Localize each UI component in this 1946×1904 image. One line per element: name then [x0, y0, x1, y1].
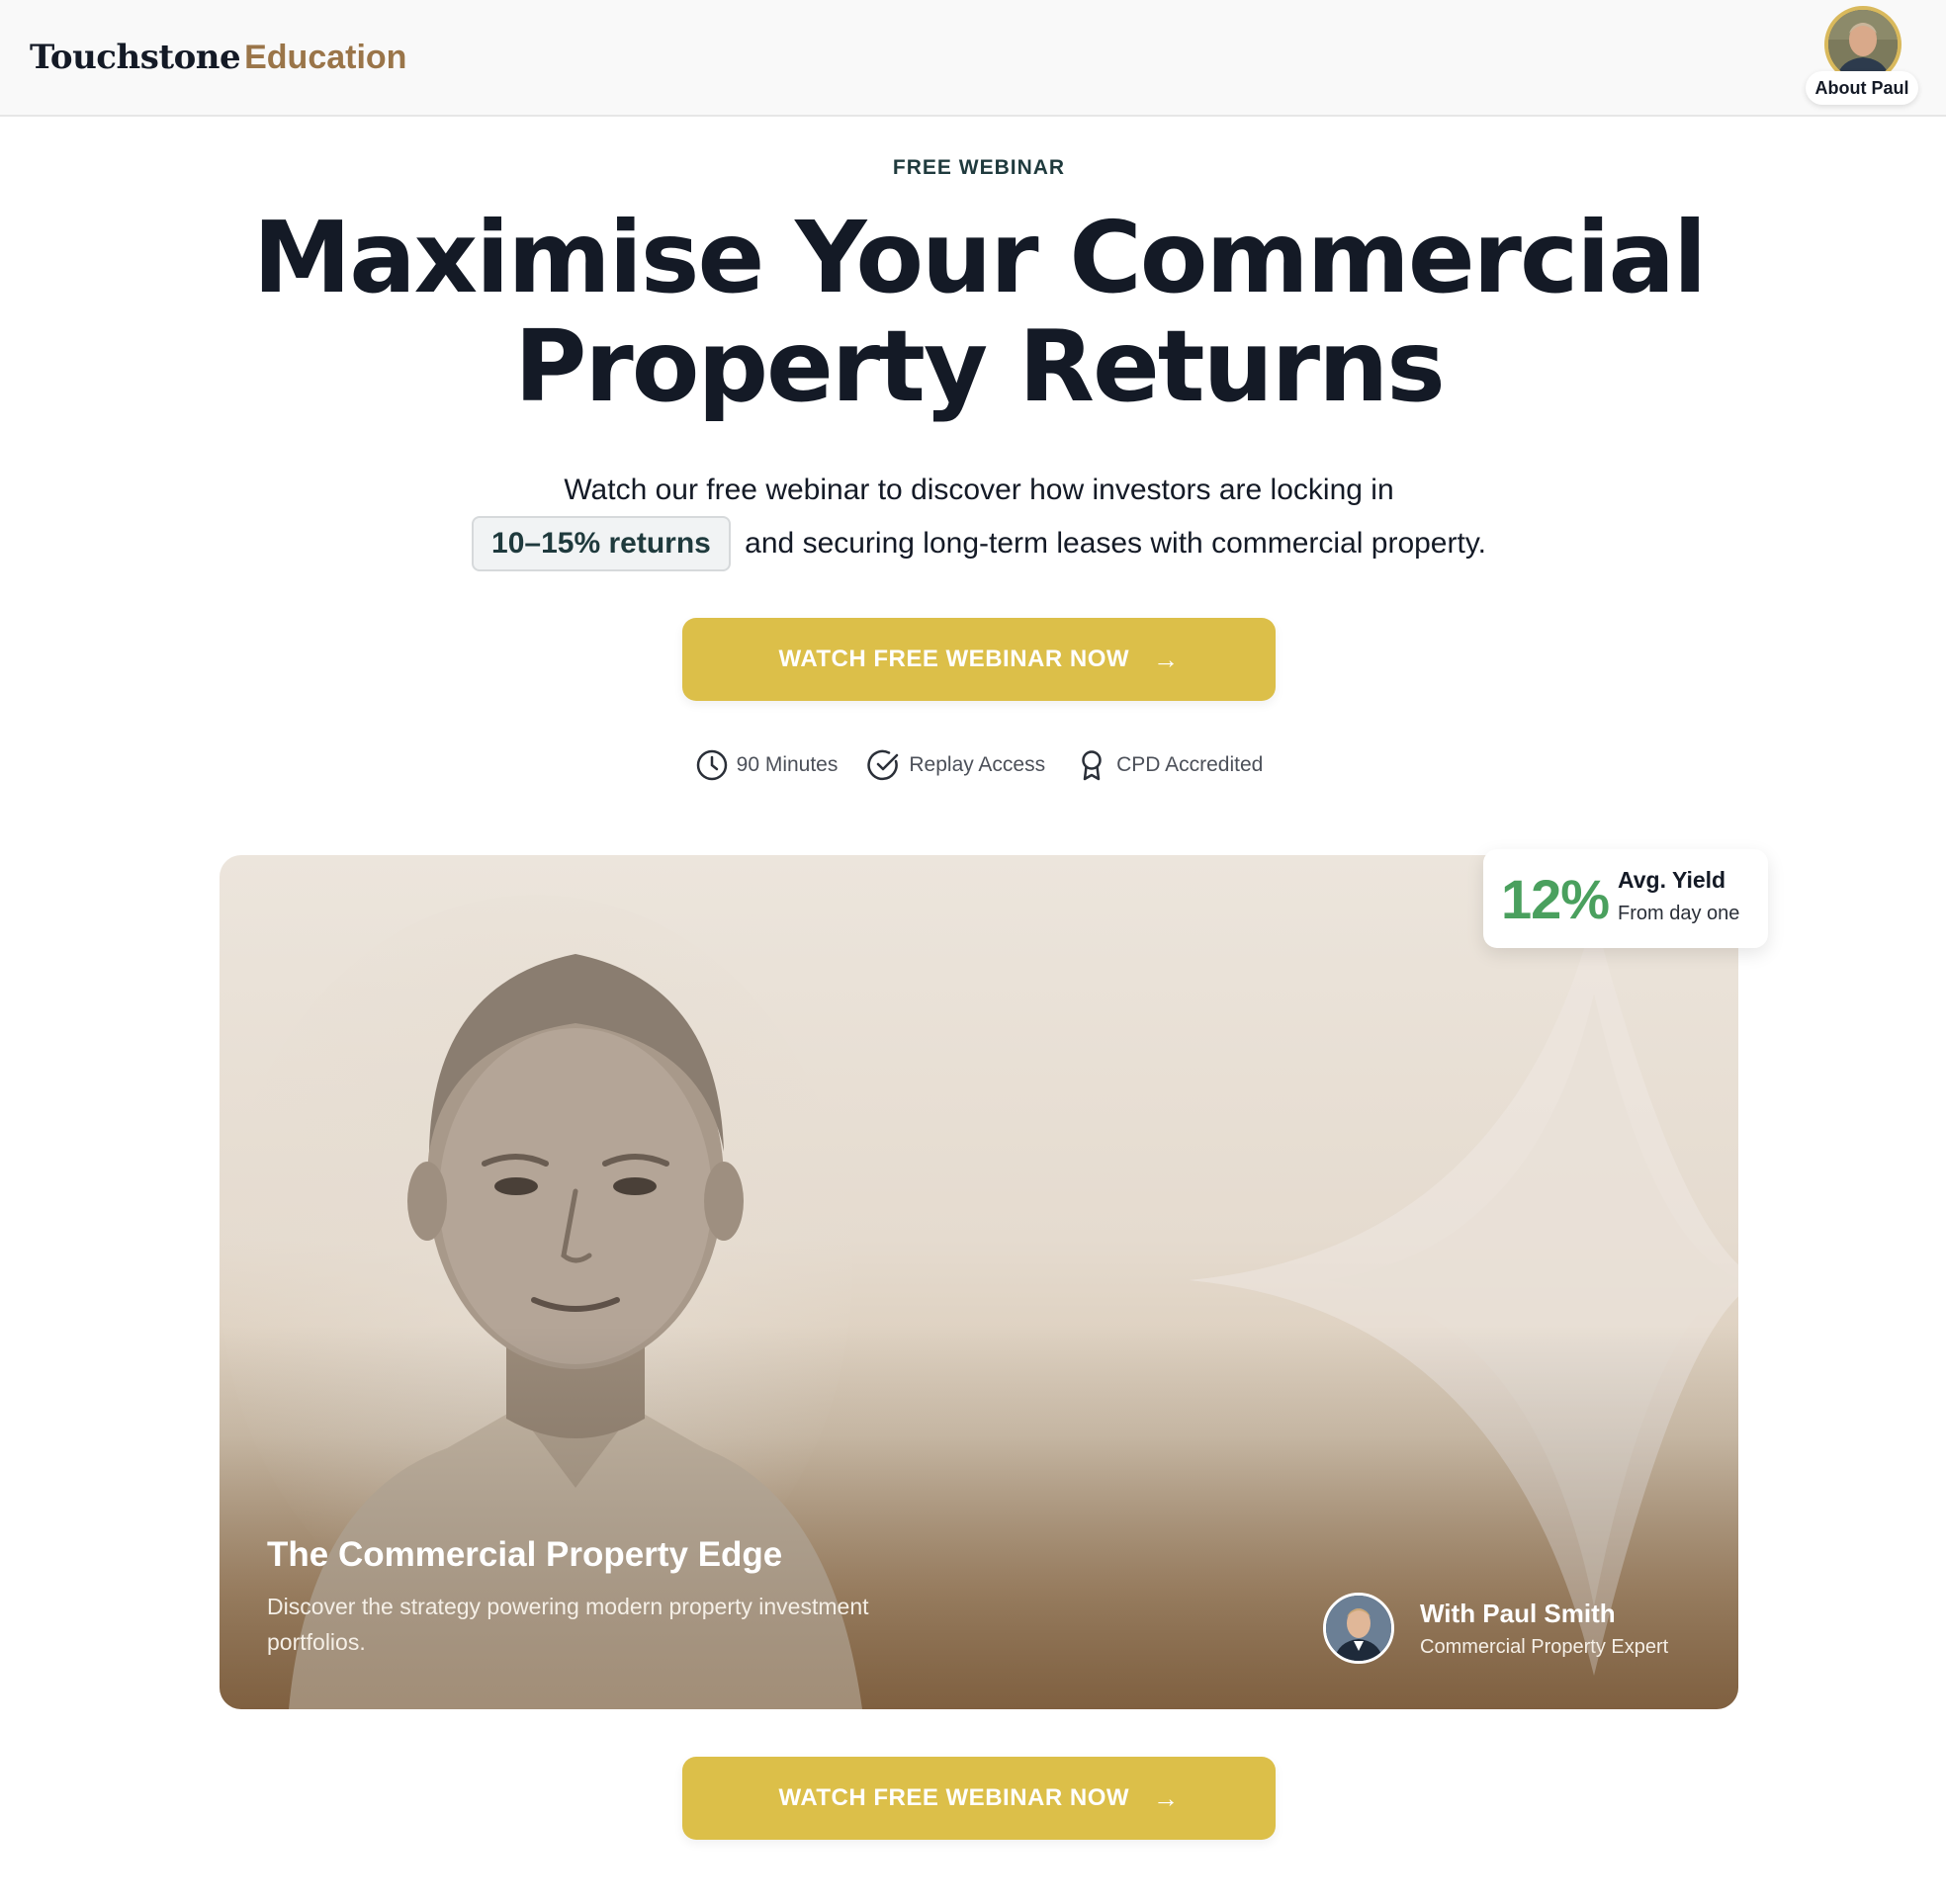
feature-cpd: CPD Accredited [1075, 748, 1263, 782]
clock-icon [696, 749, 727, 781]
about-paul-button[interactable]: About Paul [1806, 6, 1918, 105]
hero-subtext: Watch our free webinar to discover how i… [0, 465, 1946, 571]
brand-sub: Education [244, 39, 407, 76]
yield-value: 12% [1501, 868, 1610, 930]
site-header: Touchstone Education About Paul [0, 0, 1946, 117]
presenter-info: With Paul Smith Commercial Property Expe… [1323, 1591, 1699, 1664]
feature-list: 90 Minutes Replay Access CPD Accredited [682, 747, 1276, 783]
watch-webinar-button-bottom[interactable]: WATCH FREE WEBINAR NOW → [682, 1757, 1276, 1840]
presenter-role: Commercial Property Expert [1420, 1636, 1669, 1658]
feature-label: Replay Access [909, 753, 1046, 776]
feature-label: CPD Accredited [1116, 753, 1264, 776]
card-description: Discover the strategy powering modern pr… [267, 1594, 869, 1655]
award-icon [1082, 750, 1102, 781]
page-title: Maximise Your Commercial Property Return… [0, 200, 1946, 425]
about-label: About Paul [1806, 71, 1918, 105]
brand-name: Touchstone [30, 38, 241, 77]
cta-label: WATCH FREE WEBINAR NOW [778, 646, 1130, 672]
returns-highlight-pill: 10–15% returns [472, 516, 731, 571]
headline-text-2: Property [514, 308, 1018, 424]
webinar-video-card[interactable]: The Commercial Property Edge Discover th… [220, 855, 1738, 1709]
presenter-avatar [1323, 1593, 1394, 1664]
cta-label: WATCH FREE WEBINAR NOW [778, 1784, 1130, 1811]
feature-replay: Replay Access [867, 748, 1045, 782]
watch-webinar-button[interactable]: WATCH FREE WEBINAR NOW → [682, 618, 1276, 701]
headline-text-1: Your Commercial [762, 200, 1707, 315]
subtext-line-1: Watch our free webinar to discover how i… [564, 474, 1394, 506]
brand-logo[interactable]: Touchstone Education [30, 36, 406, 79]
card-title: The Commercial Property Edge [267, 1535, 783, 1574]
card-background-art [220, 855, 1738, 1709]
headline-highlight-returns: Returns [1017, 308, 1446, 425]
arrow-right-icon: → [1153, 1782, 1180, 1813]
eyebrow-label: FREE WEBINAR [892, 156, 1066, 179]
yield-sublabel: From day one [1618, 903, 1740, 924]
feature-duration: 90 Minutes [695, 748, 839, 782]
presenter-name: With Paul Smith [1420, 1599, 1616, 1628]
feature-label: 90 Minutes [736, 753, 839, 776]
yield-label: Avg. Yield [1618, 867, 1726, 893]
check-circle-icon [867, 749, 899, 781]
subtext-line-2: and securing long-term leases with comme… [736, 527, 1486, 560]
headline-highlight-maximise: Maximise [252, 200, 764, 315]
arrow-right-icon: → [1153, 644, 1180, 674]
avg-yield-badge: 12% Avg. Yield From day one [1483, 849, 1768, 948]
